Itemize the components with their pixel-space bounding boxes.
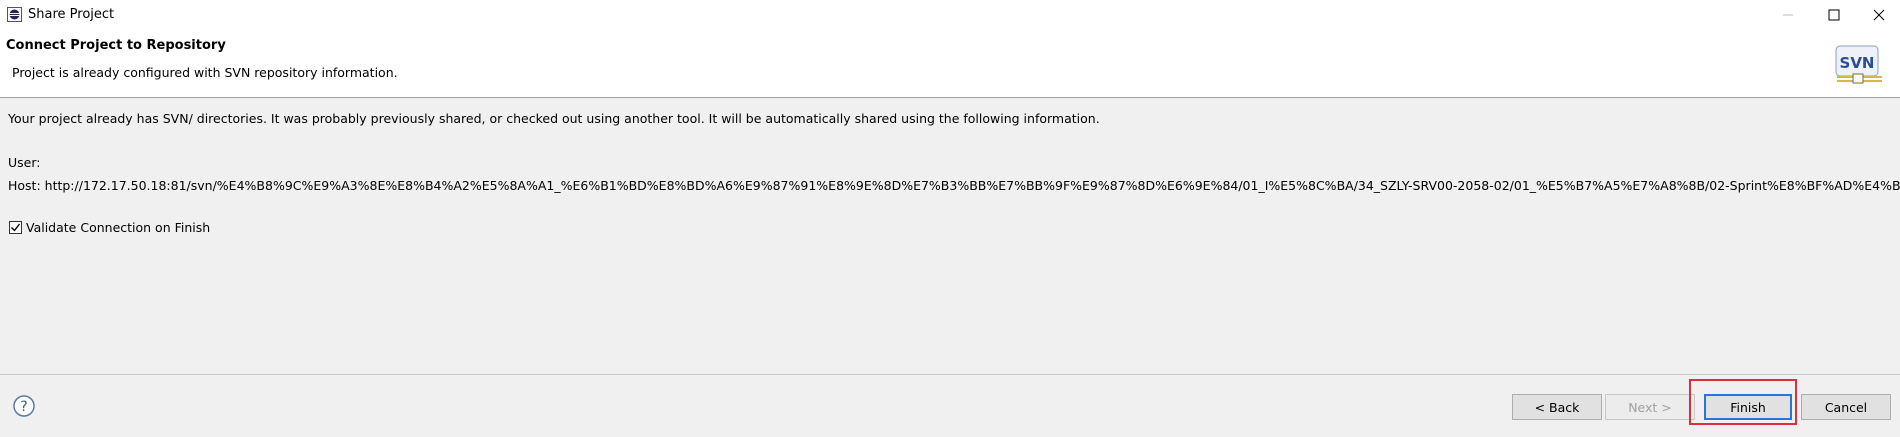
next-button[interactable]: Next > [1605, 394, 1695, 420]
validate-connection-checkbox[interactable]: Validate Connection on Finish [9, 220, 210, 235]
maximize-button[interactable] [1811, 0, 1857, 30]
wizard-body: Your project already has SVN/ directorie… [0, 99, 1900, 374]
checkmark-icon [11, 223, 21, 232]
maximize-icon [1828, 9, 1840, 21]
close-button[interactable] [1856, 0, 1900, 30]
svn-logo-icon: SVN [1835, 45, 1882, 84]
wizard-footer: ? < Back Next > Finish Cancel [0, 375, 1900, 437]
title-bar: Share Project [0, 0, 1900, 30]
wizard-header: Connect Project to Repository Project is… [0, 30, 1900, 98]
eclipse-icon [7, 7, 22, 22]
close-icon [1873, 9, 1885, 21]
user-field: User: [8, 155, 41, 170]
minimize-icon [1783, 14, 1793, 16]
wizard-title: Connect Project to Repository [6, 38, 226, 53]
svg-text:?: ? [20, 399, 27, 415]
wizard-description: Project is already configured with SVN r… [12, 65, 398, 80]
validate-connection-label[interactable]: Validate Connection on Finish [26, 220, 210, 235]
info-message: Your project already has SVN/ directorie… [8, 111, 1100, 126]
svn-logo-text: SVN [1840, 54, 1875, 72]
minimize-button[interactable] [1765, 0, 1811, 30]
finish-button[interactable]: Finish [1704, 394, 1792, 420]
share-project-dialog: Share Project Connect Project to Reposit… [0, 0, 1900, 437]
help-icon[interactable]: ? [12, 394, 36, 418]
host-field: Host: http://172.17.50.18:81/svn/%E4%B8%… [8, 178, 1900, 193]
checkbox-box[interactable] [9, 221, 22, 234]
back-button[interactable]: < Back [1512, 394, 1602, 420]
window-title: Share Project [28, 7, 115, 22]
cancel-button[interactable]: Cancel [1801, 394, 1891, 420]
